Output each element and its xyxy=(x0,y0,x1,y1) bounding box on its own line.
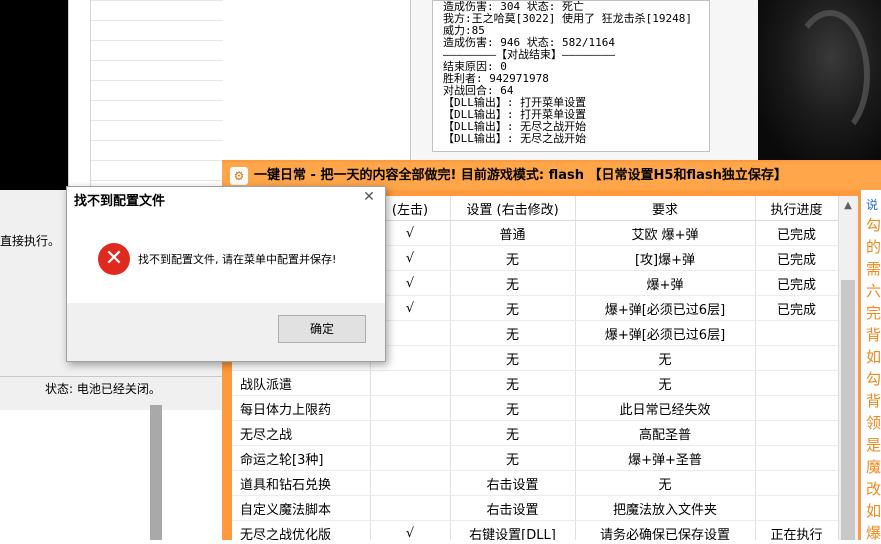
task-check[interactable] xyxy=(370,495,451,521)
task-setting[interactable]: 无 xyxy=(450,370,576,396)
task-setting[interactable]: 无 xyxy=(450,345,576,371)
status-bar: 状态: 电池已经关闭。 xyxy=(0,376,226,400)
task-name[interactable]: 道具和钻石兑换 xyxy=(232,470,371,496)
task-progress[interactable] xyxy=(755,370,839,396)
task-setting[interactable]: 无 xyxy=(450,270,576,296)
game-image-detail xyxy=(790,10,870,140)
scrollbar-thumb[interactable] xyxy=(841,280,855,540)
task-setting[interactable]: 无 xyxy=(450,295,576,321)
task-progress[interactable]: 已完成 xyxy=(755,295,839,321)
task-progress[interactable]: 已完成 xyxy=(755,245,839,271)
task-check[interactable] xyxy=(370,370,451,396)
col-requirement[interactable]: 要求 xyxy=(575,196,756,221)
task-requirement[interactable]: 把魔法放入文件夹 xyxy=(575,495,756,521)
note-char: 六 xyxy=(866,282,881,300)
note-char: 如 xyxy=(866,502,881,520)
task-progress[interactable] xyxy=(755,320,839,346)
task-requirement[interactable]: 高配圣普 xyxy=(575,420,756,446)
col-progress[interactable]: 执行进度 xyxy=(755,196,839,221)
task-name[interactable]: 战队派遣 xyxy=(232,370,371,396)
note-char: 勾 xyxy=(866,216,881,234)
table-row[interactable]: 无尽之战 无高配圣普 xyxy=(232,420,839,446)
notes-text: 说勾的需六完背如勾背领是魔改如爆 xyxy=(866,196,881,544)
task-requirement[interactable]: [攻]爆+弹 xyxy=(575,245,756,271)
note-char: 背 xyxy=(866,392,881,410)
task-name[interactable]: 命运之轮[3种] xyxy=(232,445,371,471)
table-row[interactable]: 战队派遣 无无 xyxy=(232,370,839,396)
note-char: 需 xyxy=(866,260,881,278)
task-setting[interactable]: 右击设置 xyxy=(450,470,576,496)
scroll-up-icon[interactable]: ▲ xyxy=(838,196,858,216)
task-progress[interactable] xyxy=(755,445,839,471)
table-row[interactable]: 无尽之战优化版 √ 右键设置[DLL] 请务必确保已保存设置 正在执行 xyxy=(232,520,839,540)
task-check[interactable] xyxy=(370,395,451,421)
task-check[interactable]: √ xyxy=(370,520,451,540)
task-name[interactable]: 每日体力上限药 xyxy=(232,395,371,421)
task-requirement[interactable]: 爆+弹+圣普 xyxy=(575,445,756,471)
task-requirement[interactable]: 此日常已经失效 xyxy=(575,395,756,421)
table-row[interactable]: 道具和钻石兑换 右击设置无 xyxy=(232,470,839,496)
note-char: 背 xyxy=(866,326,881,344)
ok-button[interactable]: 确定 xyxy=(278,315,366,343)
task-check[interactable] xyxy=(370,420,451,446)
battle-log[interactable]: 造成伤害: 304 状态: 死亡 我方:王之哈莫[3022] 使用了 狂龙击杀[1… xyxy=(432,0,710,152)
gear-icon: ⚙ xyxy=(230,167,248,185)
note-char: 改 xyxy=(866,480,881,498)
task-setting[interactable]: 无 xyxy=(450,320,576,346)
task-requirement[interactable]: 无 xyxy=(575,345,756,371)
task-setting[interactable]: 右键设置[DLL] xyxy=(450,520,576,540)
task-progress[interactable] xyxy=(755,495,839,521)
task-progress[interactable] xyxy=(755,470,839,496)
table-row[interactable]: 每日体力上限药 无此日常已经失效 xyxy=(232,395,839,421)
table-row[interactable]: 自定义魔法脚本 右击设置 把魔法放入文件夹 xyxy=(232,495,839,521)
task-setting[interactable]: 无 xyxy=(450,420,576,446)
black-panel xyxy=(0,0,68,190)
note-char: 的 xyxy=(866,238,881,256)
dialog-message: 找不到配置文件, 请在菜单中配置并保存! xyxy=(138,253,337,266)
note-char: 是 xyxy=(866,436,881,454)
task-requirement[interactable]: 爆+弹[必须已过6层] xyxy=(575,295,756,321)
task-check[interactable] xyxy=(370,445,451,471)
task-progress[interactable] xyxy=(755,395,839,421)
status-message: 直接执行。 xyxy=(0,234,61,248)
task-name[interactable]: 自定义魔法脚本 xyxy=(232,495,371,521)
note-char: 说 xyxy=(866,198,879,212)
task-progress[interactable] xyxy=(755,345,839,371)
task-setting[interactable]: 无 xyxy=(450,445,576,471)
close-icon[interactable]: ✕ xyxy=(354,186,384,208)
task-progress[interactable] xyxy=(755,420,839,446)
note-char: 如 xyxy=(866,348,881,366)
task-requirement[interactable]: 无 xyxy=(575,370,756,396)
task-check[interactable] xyxy=(370,470,451,496)
note-char: 完 xyxy=(866,304,881,322)
spreadsheet-grid xyxy=(90,0,223,190)
task-requirement[interactable]: 爆+弹[必须已过6层] xyxy=(575,320,756,346)
task-progress[interactable]: 已完成 xyxy=(755,220,839,246)
task-progress[interactable]: 正在执行 xyxy=(755,520,839,540)
task-name[interactable]: 无尽之战优化版 xyxy=(232,520,371,540)
task-requirement[interactable]: 爆+弹 xyxy=(575,270,756,296)
scroll-strip xyxy=(150,405,162,540)
task-name[interactable]: 无尽之战 xyxy=(232,420,371,446)
col-setting[interactable]: 设置 (右击修改) xyxy=(450,196,576,221)
task-setting[interactable]: 无 xyxy=(450,395,576,421)
task-requirement[interactable]: 请务必确保已保存设置 xyxy=(575,520,756,540)
note-char: 勾 xyxy=(866,370,881,388)
note-char: 魔 xyxy=(866,458,881,476)
note-char: 领 xyxy=(866,414,881,432)
task-progress[interactable]: 已完成 xyxy=(755,270,839,296)
task-requirement[interactable]: 无 xyxy=(575,470,756,496)
note-char: 爆 xyxy=(866,524,881,542)
table-row[interactable]: 命运之轮[3种] 无爆+弹+圣普 xyxy=(232,445,839,471)
log-line: 【DLL输出】: 无尽之战开始 xyxy=(443,132,587,145)
dialog-title: 找不到配置文件 xyxy=(74,194,166,209)
task-requirement[interactable]: 艾欧 爆+弹 xyxy=(575,220,756,246)
task-setting[interactable]: 无 xyxy=(450,245,576,271)
task-setting[interactable]: 普通 xyxy=(450,220,576,246)
task-setting[interactable]: 右击设置 xyxy=(450,495,576,521)
error-icon: ✕ xyxy=(98,243,130,275)
